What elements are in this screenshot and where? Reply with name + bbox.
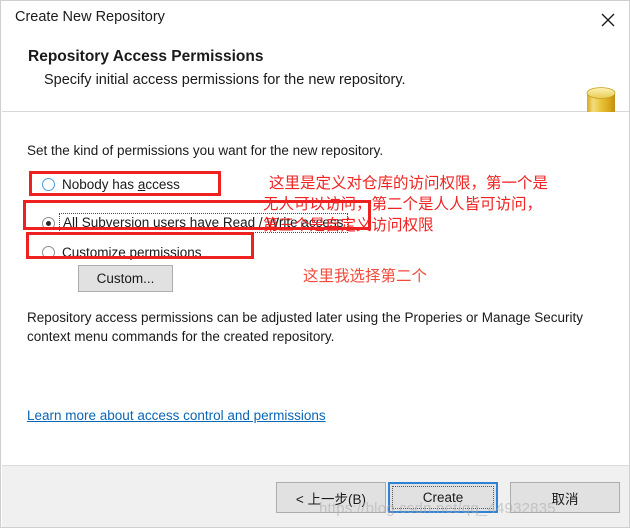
radio-label-customize: Customize permissions bbox=[62, 244, 202, 260]
radio-option-nobody[interactable]: Nobody has access bbox=[42, 174, 180, 194]
custom-button[interactable]: Custom... bbox=[78, 265, 173, 292]
annotation-note-line3: 第三个是自定义访问权限 bbox=[263, 216, 434, 234]
title-bar: Create New Repository bbox=[1, 1, 629, 37]
create-new-repository-dialog: Create New Repository Repository Access … bbox=[0, 0, 630, 528]
radio-label-nobody: Nobody has access bbox=[62, 176, 180, 192]
close-button[interactable] bbox=[585, 1, 629, 35]
permissions-description: Repository access permissions can be adj… bbox=[27, 310, 584, 344]
intro-text: Set the kind of permissions you want for… bbox=[27, 143, 384, 158]
close-icon bbox=[601, 13, 615, 27]
radio-indicator-customize[interactable] bbox=[42, 245, 55, 259]
page-title: Repository Access Permissions bbox=[28, 48, 264, 65]
page-subtitle: Specify initial access permissions for t… bbox=[44, 72, 406, 88]
dialog-footer: < 上一步(B) Create 取消 bbox=[2, 465, 629, 527]
create-button[interactable]: Create bbox=[388, 482, 498, 513]
dialog-header: Repository Access Permissions Specify in… bbox=[2, 37, 629, 129]
annotation-note-line2: 无人可以访问，第二个是人人皆可访问， bbox=[263, 195, 543, 213]
annotation-note-line1: 这里是定义对仓库的访问权限，第一个是 bbox=[269, 174, 549, 192]
create-button-label: Create bbox=[392, 486, 494, 509]
radio-indicator-nobody[interactable] bbox=[42, 177, 55, 191]
radio-indicator-all-users[interactable] bbox=[42, 216, 55, 230]
dialog-body: Set the kind of permissions you want for… bbox=[2, 112, 629, 465]
annotation-note-bottom: 这里我选择第二个 bbox=[303, 267, 428, 285]
learn-more-link[interactable]: Learn more about access control and perm… bbox=[27, 408, 326, 423]
cancel-button[interactable]: 取消 bbox=[510, 482, 620, 513]
radio-option-customize[interactable]: Customize permissions bbox=[42, 242, 202, 262]
window-title: Create New Repository bbox=[15, 9, 165, 25]
back-button[interactable]: < 上一步(B) bbox=[276, 482, 386, 513]
